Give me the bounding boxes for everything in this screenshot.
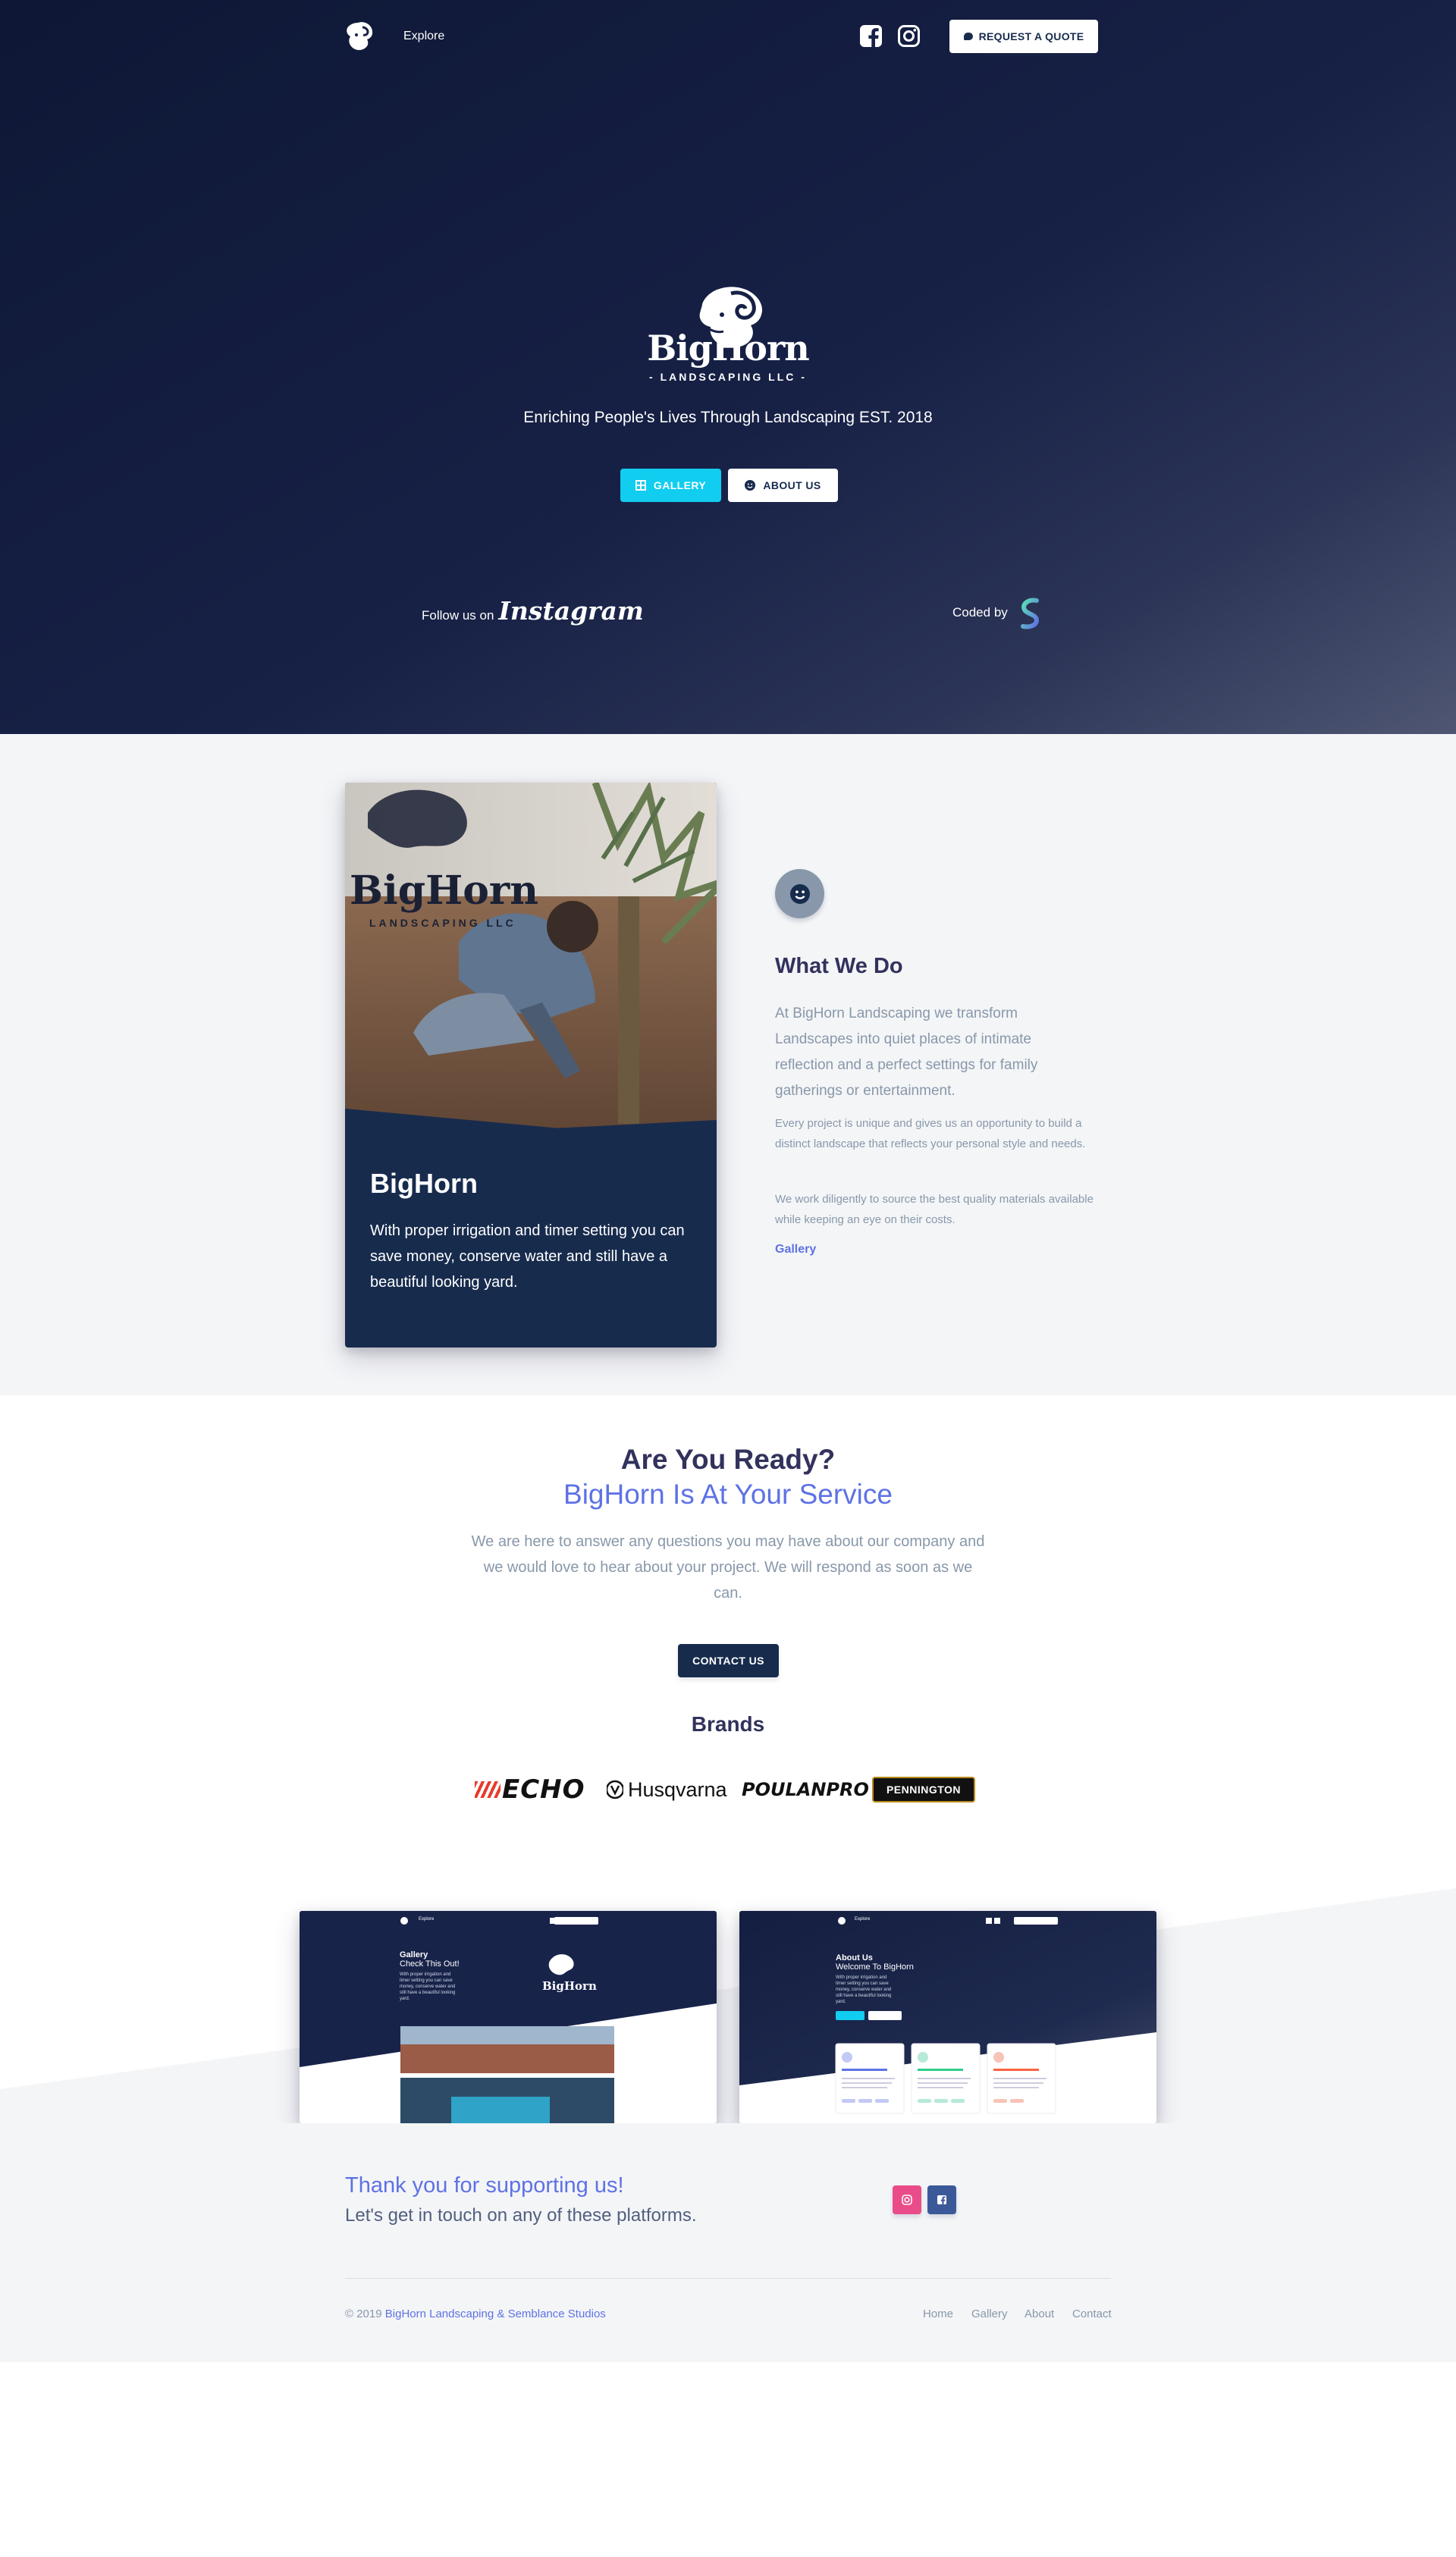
coded-by-link[interactable]: Coded by	[952, 596, 1047, 629]
preview-right-subtitle: Welcome To BigHorn	[836, 1962, 914, 1972]
preview-right-title: About Us	[836, 1953, 873, 1962]
footer-link-home[interactable]: Home	[923, 2308, 953, 2320]
preview-right-desc: With proper irrigation and timer setting…	[836, 1975, 892, 2004]
footer	[0, 2123, 1456, 2362]
hero-buttons: GALLERY ABOUT US	[620, 469, 838, 502]
follow-instagram-link[interactable]: Follow us on Instagram	[422, 596, 644, 626]
follow-prefix: Follow us on	[422, 608, 494, 623]
bighorn-ram-icon[interactable]	[340, 20, 376, 55]
footer-touch: Let's get in touch on any of these platf…	[345, 2205, 697, 2226]
photo-brand-sub: LANDSCAPING LLC	[369, 917, 516, 929]
bighorn-feature-card: BigHorn LANDSCAPING LLC BigHorn With pro…	[345, 783, 717, 1348]
footer-copyright: © 2019 BigHorn Landscaping & Semblance S…	[345, 2308, 606, 2320]
nav-explore-link[interactable]: Explore	[403, 30, 444, 43]
copyright-prefix: © 2019	[345, 2308, 382, 2320]
copyright-amp: &	[497, 2308, 505, 2320]
semblance-s-icon	[1020, 598, 1039, 629]
footer-divider	[345, 2278, 1111, 2279]
about-page-preview[interactable]: Explore About Us Welcome To BigHorn With…	[739, 1911, 1156, 2123]
grid-icon	[635, 480, 646, 491]
brand-logo-pennington: PENNINGTON	[872, 1777, 975, 1802]
card-title: BigHorn	[370, 1168, 478, 1199]
ready-subtitle: BigHorn Is At Your Service	[563, 1479, 893, 1510]
card-text: With proper irrigation and timer setting…	[370, 1222, 685, 1291]
instagram-icon	[902, 2195, 912, 2205]
footer-link-gallery[interactable]: Gallery	[971, 2308, 1008, 2320]
what-we-do-title: What We Do	[775, 954, 903, 978]
about-preview-bg	[739, 1911, 1156, 2123]
chat-bubble-icon	[963, 33, 973, 40]
preview-left-explore: Explore	[419, 1917, 435, 1922]
contact-us-button[interactable]: CONTACT US	[678, 1644, 779, 1677]
gallery-button[interactable]: GALLERY	[620, 469, 721, 502]
ready-section: Are You Ready? BigHorn Is At Your Servic…	[0, 1395, 1456, 1843]
brands-title: Brands	[691, 1712, 765, 1736]
about-us-button[interactable]: ABOUT US	[728, 469, 838, 502]
preview-left-brand: BigHorn	[542, 1979, 597, 1993]
hero-brand-sub: - LANDSCAPING LLC -	[649, 371, 807, 383]
gallery-button-label: GALLERY	[653, 479, 707, 491]
preview-left-desc: With proper irrigation and timer setting…	[400, 1972, 456, 2001]
what-we-do-paragraph-1: Every project is unique and gives us an …	[775, 1117, 1086, 1150]
preview-right-explore: Explore	[855, 1917, 871, 1922]
footer-thanks: Thank you for supporting us!	[345, 2173, 624, 2198]
husqvarna-crown-icon	[607, 1780, 623, 1799]
request-quote-button[interactable]: REQUEST A QUOTE	[949, 20, 1098, 53]
semblance-studios-link[interactable]: Semblance Studios	[508, 2308, 606, 2320]
preview-left-title: Gallery	[400, 1950, 428, 1959]
hero-tagline: Enriching People's Lives Through Landsca…	[523, 409, 933, 426]
gallery-link[interactable]: Gallery	[775, 1243, 816, 1257]
coded-by-label: Coded by	[952, 605, 1008, 620]
instagram-wordmark: Instagram	[498, 596, 644, 626]
what-we-do-section: BigHorn LANDSCAPING LLC BigHorn With pro…	[0, 734, 1456, 1395]
request-quote-label: REQUEST A QUOTE	[978, 30, 1084, 42]
brand-echo-text: ECHO	[502, 1774, 585, 1805]
hero-brand-name: BigHorn	[647, 328, 809, 369]
footer-link-contact[interactable]: Contact	[1072, 2308, 1112, 2320]
instagram-icon[interactable]	[897, 24, 921, 48]
hero-section: Explore REQUEST A QUOTE BigHorn - LANDSC…	[0, 0, 1456, 734]
footer-facebook-button[interactable]	[927, 2185, 956, 2214]
ready-title: Are You Ready?	[620, 1444, 836, 1475]
brand-logo-poulanpro: POULANPRO	[742, 1779, 869, 1800]
brand-logo-echo: ECHO	[475, 1774, 585, 1805]
footer-link-about[interactable]: About	[1025, 2308, 1054, 2320]
what-we-do-paragraph-2: We work diligently to source the best qu…	[775, 1193, 1094, 1226]
what-we-do-lead: At BigHorn Landscaping we transform Land…	[775, 1006, 1038, 1099]
smile-icon	[745, 480, 756, 491]
bighorn-landscaping-link[interactable]: BigHorn Landscaping	[385, 2308, 494, 2320]
preview-left-subtitle: Check This Out!	[400, 1959, 460, 1969]
about-us-button-label: ABOUT US	[763, 479, 821, 491]
smile-icon	[789, 883, 810, 904]
brand-logo-husqvarna: Husqvarna	[607, 1774, 727, 1805]
gallery-preview-bg	[300, 1911, 717, 2123]
facebook-icon	[937, 2195, 946, 2205]
brand-husqvarna-text: Husqvarna	[628, 1777, 727, 1801]
top-navbar: Explore REQUEST A QUOTE	[340, 20, 1100, 55]
photo-brand-overlay: BigHorn	[350, 867, 538, 914]
ready-text: We are here to answer any questions you …	[471, 1533, 985, 1602]
echo-stripes	[475, 1781, 500, 1798]
footer-instagram-button[interactable]	[893, 2185, 921, 2214]
worker-planting-photo: BigHorn LANDSCAPING LLC	[345, 783, 717, 1143]
facebook-icon[interactable]	[859, 24, 883, 48]
smile-icon-badge	[775, 869, 824, 918]
gallery-page-preview[interactable]: Explore Gallery Check This Out! With pro…	[300, 1911, 717, 2123]
